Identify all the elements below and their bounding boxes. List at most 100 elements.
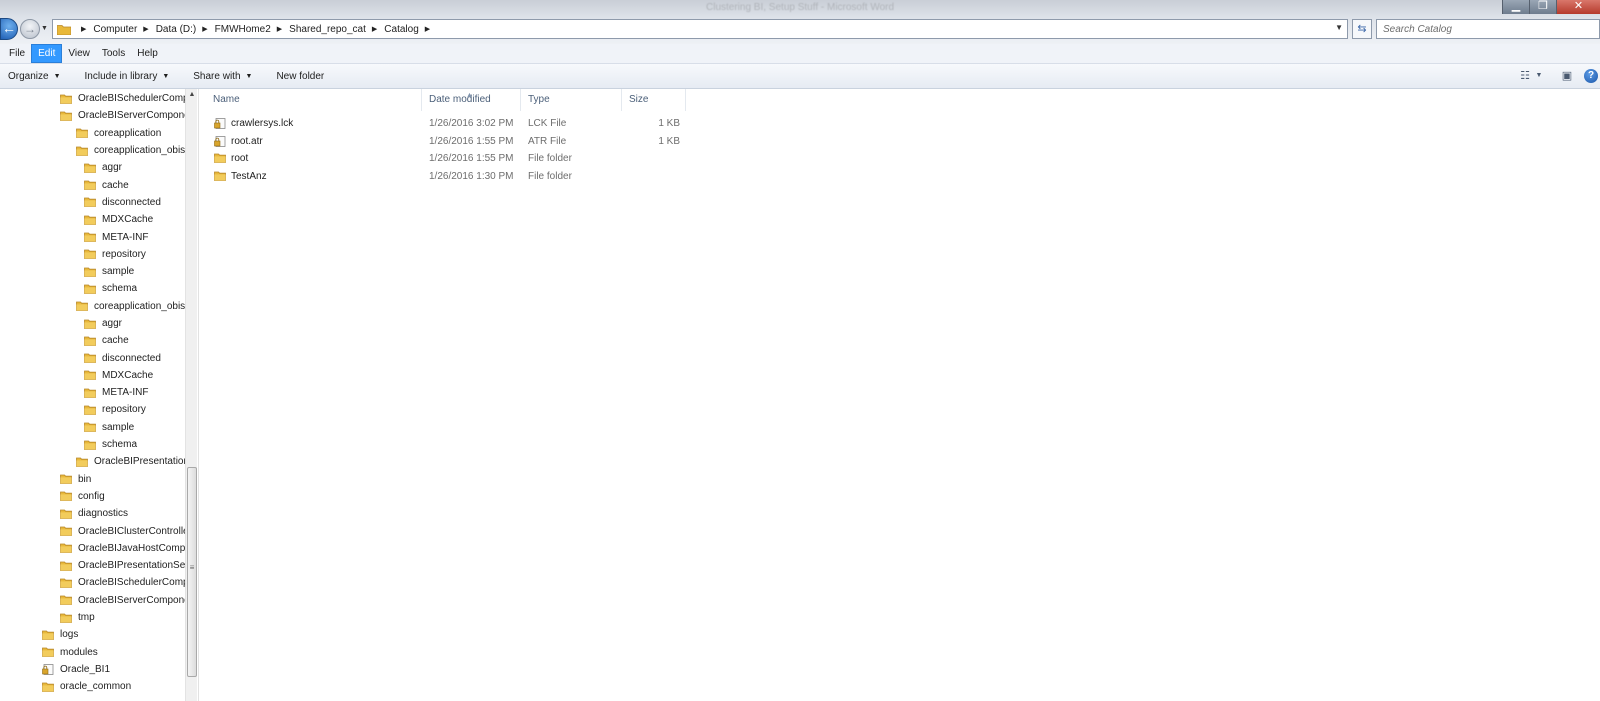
change-view-button[interactable]: ☷ xyxy=(1516,68,1534,84)
breadcrumb-fmwhome2[interactable]: FMWHome2 ▶ xyxy=(215,24,290,35)
breadcrumb-shared-repo-cat[interactable]: Shared_repo_cat ▶ xyxy=(289,24,384,35)
tree-item[interactable]: disconnected xyxy=(0,349,186,366)
tree-item[interactable]: config xyxy=(0,488,186,505)
menu-view[interactable]: View xyxy=(62,45,96,62)
menu-tools[interactable]: Tools xyxy=(96,45,131,62)
tree-item[interactable]: diagnostics xyxy=(0,505,186,522)
tree-item[interactable]: MDXCache xyxy=(0,367,186,384)
help-icon[interactable]: ? xyxy=(1584,69,1598,83)
tree-item[interactable]: OracleBISchedulerComponent xyxy=(0,574,186,591)
tree-item[interactable]: coreapplication_obis2 xyxy=(0,298,186,315)
tree-item[interactable]: OracleBIPresentationServicesComponent xyxy=(0,557,186,574)
breadcrumb-computer[interactable]: Computer ▶ xyxy=(93,24,155,35)
search-box[interactable] xyxy=(1376,19,1600,39)
tree-item[interactable]: logs xyxy=(0,626,186,643)
tree-item[interactable]: disconnected xyxy=(0,194,186,211)
chevron-right-icon[interactable]: ▶ xyxy=(143,25,148,33)
organize-button[interactable]: Organize ▼ xyxy=(0,71,69,82)
file-name-cell[interactable]: crawlersys.lck xyxy=(200,118,422,129)
tree-item[interactable]: OracleBIServerComponent xyxy=(0,592,186,609)
folder-icon xyxy=(42,682,54,692)
pane-divider[interactable] xyxy=(198,89,199,701)
refresh-button[interactable]: ⇆ xyxy=(1352,19,1372,39)
background-window-title: Clustering BI, Setup Stuff - Microsoft W… xyxy=(706,2,895,13)
file-row[interactable]: root 1/26/2016 1:55 PM File folder xyxy=(200,150,686,167)
forward-button[interactable]: → xyxy=(20,19,40,39)
tree-item[interactable]: schema xyxy=(0,280,186,297)
view-options-dropdown[interactable]: ▼ xyxy=(1534,68,1544,84)
tree-item[interactable]: OracleBIPresentationServicesComponent xyxy=(0,453,186,470)
share-with-button[interactable]: Share with ▼ xyxy=(185,71,260,82)
tree-item-label: cache xyxy=(102,179,129,191)
file-row[interactable]: crawlersys.lck 1/26/2016 3:02 PM LCK File 1… xyxy=(200,115,686,132)
tree-item-label: OracleBIServerComponent xyxy=(78,594,186,606)
tree-item[interactable]: repository xyxy=(0,401,186,418)
tree-item[interactable]: cache xyxy=(0,332,186,349)
breadcrumb-catalog[interactable]: Catalog ▶ xyxy=(384,24,437,35)
view-controls: ☷ ▼ ▣ ? xyxy=(1510,68,1598,84)
tree-item[interactable]: cache xyxy=(0,176,186,193)
breadcrumb-data-d[interactable]: Data (D:) ▶ xyxy=(156,24,215,35)
folder-icon xyxy=(60,595,72,606)
scrollbar-thumb[interactable]: ≡ xyxy=(187,467,197,677)
minimize-button[interactable]: ▁ xyxy=(1502,0,1529,14)
tree-item-label: coreapplication_obis2 xyxy=(94,300,186,312)
tree-item[interactable]: sample xyxy=(0,419,186,436)
file-name-cell[interactable]: TestAnz xyxy=(200,171,422,182)
tree-item[interactable]: schema xyxy=(0,436,186,453)
chevron-right-icon[interactable]: ▶ xyxy=(425,25,430,33)
menu-edit[interactable]: Edit xyxy=(31,44,63,63)
tree-item[interactable]: META-INF xyxy=(0,228,186,245)
tree-item-label: disconnected xyxy=(102,196,161,208)
tree-item-label: disconnected xyxy=(102,352,161,364)
column-header-name[interactable]: Name xyxy=(200,89,422,111)
chevron-right-icon[interactable]: ▶ xyxy=(372,25,377,33)
tree-item[interactable]: bin xyxy=(0,471,186,488)
folder-icon xyxy=(60,509,72,519)
tree-item[interactable]: oracle_common xyxy=(0,678,186,695)
tree-item[interactable]: META-INF xyxy=(0,384,186,401)
include-in-library-button[interactable]: Include in library ▼ xyxy=(77,71,178,82)
folder-icon xyxy=(76,128,88,139)
tree-item[interactable]: OracleBIJavaHostComponent xyxy=(0,540,186,557)
breadcrumb-root-arrow[interactable]: ▶ xyxy=(75,25,93,33)
tree-item[interactable]: OracleBIServerComponent xyxy=(0,107,186,124)
column-header-type[interactable]: Type xyxy=(521,89,622,111)
tree-item[interactable]: coreapplication xyxy=(0,125,186,142)
navigation-scrollbar[interactable]: ▲ ≡ xyxy=(185,89,197,701)
maximize-button[interactable]: ❐ xyxy=(1529,0,1556,14)
back-button[interactable]: ← xyxy=(0,18,18,40)
new-folder-button[interactable]: New folder xyxy=(268,71,332,82)
tree-item[interactable]: MDXCache xyxy=(0,211,186,228)
file-name-cell[interactable]: root xyxy=(200,153,422,164)
search-input[interactable] xyxy=(1377,20,1599,38)
refresh-icon: ⇆ xyxy=(1357,23,1367,35)
address-bar[interactable]: ▶ Computer ▶ Data (D:) ▶ FMWHome2 ▶ Shared_… xyxy=(52,19,1348,39)
chevron-right-icon[interactable]: ▶ xyxy=(202,25,207,33)
column-header-date-modified[interactable]: ▲ Date modified xyxy=(422,89,521,111)
tree-item[interactable]: Oracle_BI1 xyxy=(0,661,186,678)
tree-item[interactable]: repository xyxy=(0,246,186,263)
preview-pane-button[interactable]: ▣ xyxy=(1558,68,1576,84)
window-controls: ▁ ❐ ✕ xyxy=(1502,0,1600,14)
column-header-size[interactable]: Size xyxy=(622,89,686,111)
scroll-up-arrow[interactable]: ▲ xyxy=(186,91,198,98)
file-row[interactable]: root.atr 1/26/2016 1:55 PM ATR File 1 KB xyxy=(200,133,686,150)
tree-item[interactable]: sample xyxy=(0,263,186,280)
menu-file[interactable]: File xyxy=(3,45,31,62)
file-row[interactable]: TestAnz 1/26/2016 1:30 PM File folder xyxy=(200,168,686,185)
tree-item[interactable]: OracleBISchedulerComponent xyxy=(0,90,186,107)
file-name-cell[interactable]: root.atr xyxy=(200,136,422,147)
tree-item[interactable]: modules xyxy=(0,644,186,661)
tree-item[interactable]: OracleBIClusterControllerComponent xyxy=(0,522,186,539)
tree-item[interactable]: tmp xyxy=(0,609,186,626)
address-history-dropdown[interactable]: ▼ xyxy=(1335,23,1343,32)
menu-help[interactable]: Help xyxy=(131,45,164,62)
recent-locations-dropdown[interactable]: ▼ xyxy=(41,25,48,32)
chevron-right-icon[interactable]: ▶ xyxy=(277,25,282,33)
tree-item[interactable]: aggr xyxy=(0,159,186,176)
tree-item[interactable]: coreapplication_obis1 xyxy=(0,142,186,159)
folder-icon xyxy=(84,232,96,242)
tree-item[interactable]: aggr xyxy=(0,315,186,332)
close-button[interactable]: ✕ xyxy=(1556,0,1600,14)
